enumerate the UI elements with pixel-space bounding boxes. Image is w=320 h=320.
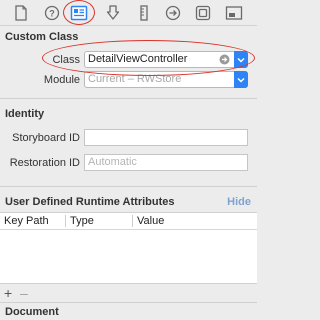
add-attribute-button[interactable]: + [4,286,12,300]
chevron-down-icon [237,77,245,83]
runtime-attributes-table[interactable]: Key Path Type Value [0,212,257,284]
size-inspector-icon[interactable] [134,3,154,23]
highlight-circle-annotation-icon [63,0,95,25]
section-divider [0,186,257,187]
storyboard-id-label: Storyboard ID [12,132,80,144]
remove-attribute-button[interactable]: – [20,286,28,300]
help-icon[interactable]: ? [42,3,62,23]
column-header-value[interactable]: Value [137,215,164,227]
column-divider [132,215,133,227]
runtime-attributes-header: User Defined Runtime Attributes [5,196,175,208]
hide-button[interactable]: Hide [227,196,251,208]
file-icon[interactable] [11,3,31,23]
column-header-key-path[interactable]: Key Path [4,215,49,227]
section-divider [0,302,257,303]
section-divider [0,98,257,99]
highlight-oval-annotation [42,40,255,76]
inspector-toolbar: ? [0,0,257,26]
column-header-type[interactable]: Type [70,215,94,227]
restoration-id-field[interactable]: Automatic [84,154,248,171]
bindings-icon[interactable] [193,3,213,23]
attributes-icon[interactable] [103,3,123,23]
column-divider [65,215,66,227]
table-header-divider [0,229,257,230]
effects-icon[interactable] [224,3,244,23]
storyboard-id-field[interactable] [84,129,248,146]
connections-icon[interactable] [163,3,183,23]
identity-header: Identity [5,108,45,120]
restoration-id-placeholder[interactable]: Automatic [88,156,137,168]
module-dropdown-button[interactable] [234,71,248,88]
module-label: Module [43,74,80,86]
custom-class-header: Custom Class [5,31,79,43]
document-header: Document [5,306,59,318]
svg-text:?: ? [49,9,55,19]
restoration-id-label: Restoration ID [9,157,80,169]
